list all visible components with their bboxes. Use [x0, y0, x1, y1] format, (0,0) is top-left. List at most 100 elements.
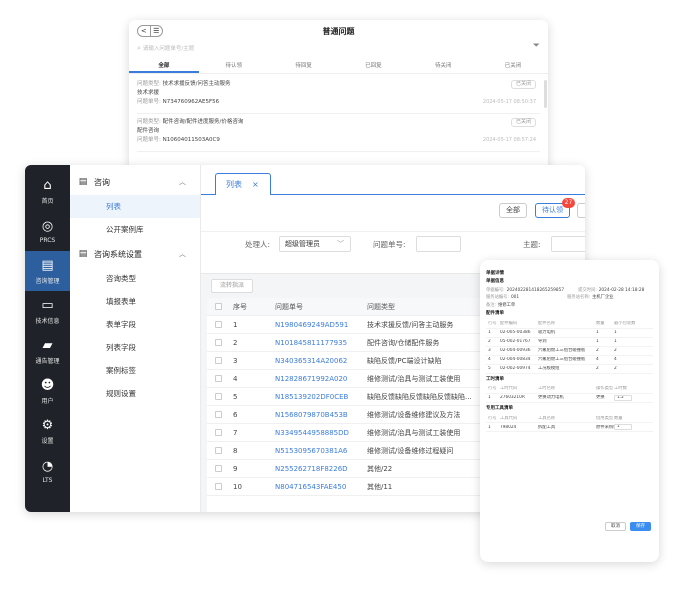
- col-header-issue-type[interactable]: 问题类型: [367, 302, 482, 312]
- issue-no-link[interactable]: N185139202DF0CEB: [275, 393, 367, 401]
- cancel-button[interactable]: 取消: [605, 522, 626, 531]
- back-button[interactable]: <: [138, 26, 150, 36]
- issue-no-input[interactable]: [416, 236, 461, 252]
- col-header: 行号: [488, 321, 497, 327]
- row-checkbox[interactable]: [214, 357, 222, 364]
- nav-lts[interactable]: ◔ LTS: [25, 451, 70, 491]
- issue-list: 问题类型: 技术求援反馈/问答主动服务 技术求援 问题单号: N73476096…: [129, 74, 548, 154]
- table-row[interactable]: 4 02-004-00834 六氟阻燃工三组合碰撞板 4 4: [486, 356, 653, 365]
- nav-consult[interactable]: ▤ 咨询管理: [25, 251, 70, 291]
- search-input[interactable]: 请输入问题单号/主题: [143, 44, 194, 52]
- issue-no-link[interactable]: N1980469249AD591: [275, 321, 367, 329]
- menu-button[interactable]: ☰: [149, 26, 163, 36]
- table-row[interactable]: 1 02-005-00386 吸力电机 1 1: [486, 329, 653, 338]
- select-all-checkbox[interactable]: [214, 303, 222, 310]
- cell: 1: [488, 424, 491, 430]
- all-button[interactable]: 全部: [499, 203, 527, 218]
- menu-item-rules[interactable]: 规则设置: [70, 382, 200, 405]
- row-checkbox[interactable]: [214, 411, 222, 418]
- row-checkbox[interactable]: [214, 375, 222, 382]
- tab-closed[interactable]: 已关闭: [478, 60, 548, 73]
- row-checkbox[interactable]: [214, 429, 222, 436]
- col-header-issue-no[interactable]: 问题单号: [275, 302, 367, 312]
- nav-prcs[interactable]: ◎ PRCS: [25, 211, 70, 251]
- menu-group-consult-settings[interactable]: ▤ 咨询系统设置 ︿: [70, 241, 200, 267]
- nav-user[interactable]: ☻ 用户: [25, 371, 70, 411]
- status-button-row: 全部 待认领 27: [201, 198, 585, 223]
- col-header: 借用类型: [596, 415, 614, 421]
- tab-list[interactable]: 列表 ×: [215, 173, 271, 195]
- tab-bar: 列表 ×: [201, 165, 585, 195]
- row-checkbox[interactable]: [214, 447, 222, 454]
- nav-tech-info[interactable]: ▭ 技术信息: [25, 291, 70, 331]
- nav-home[interactable]: ⌂ 首页: [25, 171, 70, 211]
- issue-no-link[interactable]: N804716543FAE450: [275, 483, 367, 491]
- menu-item-list[interactable]: 列表: [70, 195, 200, 218]
- filter-icon[interactable]: ⏷: [533, 41, 540, 51]
- table-row[interactable]: 5 02-002-00974 工况板模组 2 2: [486, 365, 653, 374]
- table-row[interactable]: 1T98024拆配工具原件采购件1: [486, 423, 653, 433]
- quantity-stepper[interactable]: 1: [614, 424, 632, 431]
- hours-input[interactable]: 1.2: [614, 395, 632, 402]
- row-checkbox[interactable]: [214, 339, 222, 346]
- issue-no-link[interactable]: N340365314A20062: [275, 357, 367, 365]
- pending-claim-button[interactable]: 待认领 27: [535, 198, 575, 218]
- assign-button[interactable]: 流转指派: [211, 279, 253, 293]
- nav-notice[interactable]: ▰ 通告管理: [25, 331, 70, 371]
- cell: 4: [596, 357, 599, 363]
- nav-settings[interactable]: ⚙ 设置: [25, 411, 70, 451]
- list-item[interactable]: 问题类型: 技术求援反馈/问答主动服务 技术求援 问题单号: N73476096…: [137, 76, 540, 114]
- subject-input[interactable]: [551, 236, 585, 252]
- col-header-index[interactable]: 序号: [229, 302, 275, 312]
- cell: T98024: [500, 424, 517, 430]
- handler-select[interactable]: 超级管理员 ﹀: [279, 236, 351, 252]
- row-index: 1: [233, 320, 238, 329]
- tab-replied[interactable]: 已回复: [338, 60, 408, 73]
- cell: 02-004-00834: [500, 357, 531, 363]
- issue-no-label: 问题单号:: [373, 240, 406, 249]
- tools-title: 专用工具清单: [486, 406, 513, 412]
- table-row[interactable]: 2 05-002-01767 导洞 1 1: [486, 338, 653, 347]
- scrollbar[interactable]: [544, 80, 547, 108]
- nav-label: 用户: [41, 398, 54, 405]
- table-row[interactable]: 3 02-004-00936 六氟阻燃工三组合碰撞板 2 2: [486, 347, 653, 356]
- issue-type-cell: 维修测试/治具与测试工装使用: [367, 374, 461, 383]
- issue-no-link[interactable]: N1568079870B453B: [275, 411, 367, 419]
- issue-no-link[interactable]: N101845811177935: [275, 339, 367, 347]
- table-header: 行号 配件编码 配件名称 数量 最小包装数: [486, 320, 653, 329]
- menu-item-consult-type[interactable]: 咨询类型: [70, 267, 200, 290]
- tab-pending-close[interactable]: 待关闭: [408, 60, 478, 73]
- cell: 更换: [596, 395, 605, 401]
- issue-search[interactable]: ⌕ 请输入问题单号/主题 ⏷: [137, 41, 540, 54]
- filter-bar: 处理人: 超级管理员 ﹀ 问题单号: 主题:: [201, 231, 585, 255]
- menu-item-case-tags[interactable]: 案例标签: [70, 359, 200, 382]
- more-button[interactable]: [577, 203, 585, 218]
- row-checkbox[interactable]: [214, 483, 222, 490]
- row-index: 5: [233, 392, 238, 401]
- tab-pending-claim[interactable]: 待认领: [199, 60, 269, 73]
- issue-no-link[interactable]: N5153095670381A6: [275, 447, 367, 455]
- monitor-icon: ▭: [41, 297, 54, 313]
- field-value: 主机厂企业: [592, 295, 614, 301]
- issue-type-cell: 其他/22: [367, 464, 393, 473]
- close-icon[interactable]: ×: [252, 180, 259, 189]
- table-row[interactable]: 1 27603210R 更换动力电机 更换 1.2: [486, 394, 653, 404]
- tab-pending-reply[interactable]: 待回复: [269, 60, 339, 73]
- issue-no-link[interactable]: N12828671992A020: [275, 375, 367, 383]
- tab-all[interactable]: 全部: [129, 60, 199, 73]
- tools-table: 行号工具代码工具名称借用类型数量 1T98024拆配工具原件采购件1: [486, 414, 653, 433]
- issue-no-link[interactable]: N255262718F8226D: [275, 465, 367, 473]
- row-checkbox[interactable]: [214, 321, 222, 328]
- menu-item-form[interactable]: 填报表单: [70, 290, 200, 313]
- save-button[interactable]: 保存: [630, 522, 651, 531]
- list-item[interactable]: 问题类型: 配件咨询/配件进度服务/价格咨询 配件咨询 问题单号: N10604…: [137, 114, 540, 152]
- menu-item-list-fields[interactable]: 列表字段: [70, 336, 200, 359]
- field-key: 备注:: [486, 303, 497, 309]
- issue-no-link[interactable]: N3349544958885DD: [275, 429, 367, 437]
- row-checkbox[interactable]: [214, 393, 222, 400]
- menu-item-form-fields[interactable]: 表单字段: [70, 313, 200, 336]
- issue-list-card: < ☰ 普通问题 ⌕ 请输入问题单号/主题 ⏷ 全部 待认领 待回复 已回复 待…: [129, 20, 548, 170]
- menu-item-public-cases[interactable]: 公开案例库: [70, 218, 200, 241]
- row-checkbox[interactable]: [214, 465, 222, 472]
- menu-group-consult[interactable]: ▤ 咨询 ︿: [70, 169, 200, 195]
